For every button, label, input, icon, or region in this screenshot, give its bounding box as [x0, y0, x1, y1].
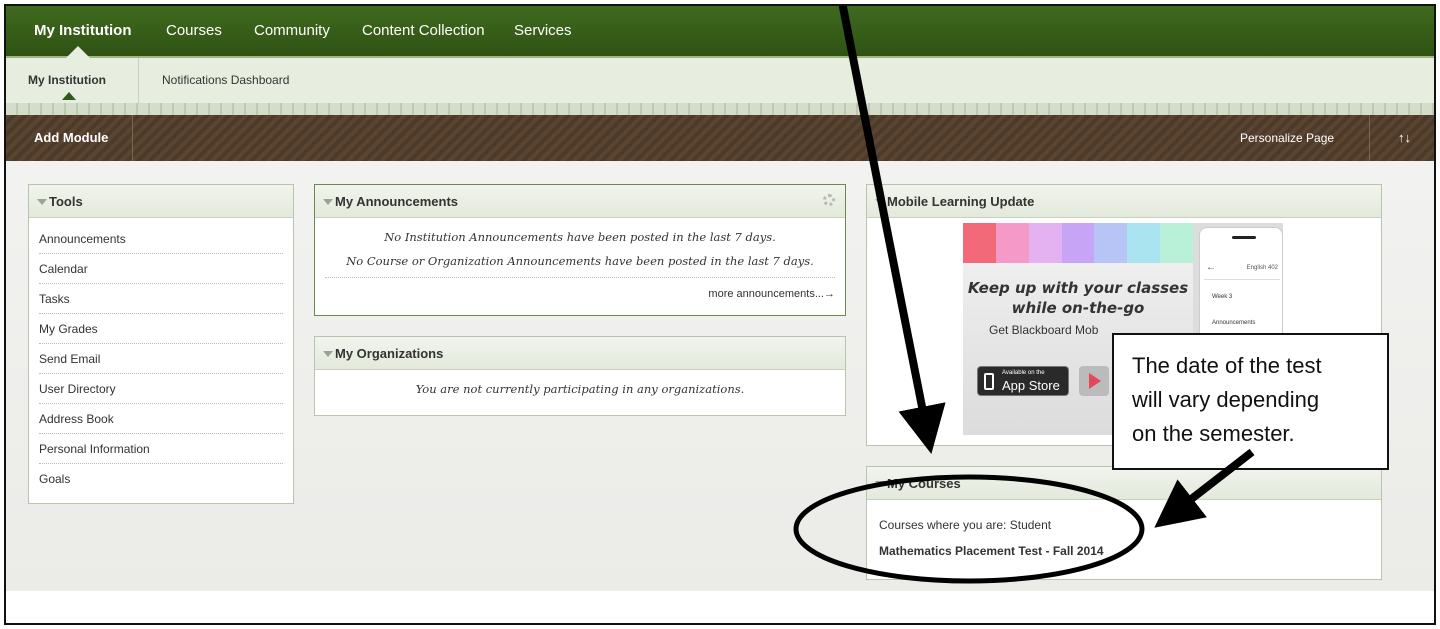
organizations-empty-text: You are not currently participating in a… [415, 382, 745, 396]
tool-link-calendar[interactable]: Calendar [39, 254, 283, 284]
tool-link-goals[interactable]: Goals [39, 464, 283, 494]
app-store-big-text: App Store [1002, 378, 1060, 393]
tools-module-title: Tools [49, 194, 83, 209]
courses-module-title: My Courses [887, 476, 961, 491]
toolbar-divider [132, 115, 133, 161]
active-subtab-caret [62, 92, 76, 100]
promo-subline: Get Blackboard Mob [989, 323, 1099, 337]
phone-back-icon: ← [1206, 262, 1216, 273]
tool-link-send-email[interactable]: Send Email [39, 344, 283, 374]
courses-module: My Courses Courses where you are: Studen… [866, 466, 1382, 580]
mobile-learning-module-header[interactable]: Mobile Learning Update [867, 185, 1381, 218]
phone-course-name: English 402 [1246, 265, 1278, 271]
collapse-icon[interactable] [875, 199, 885, 205]
decorative-strip [6, 103, 1434, 115]
more-announcements-link[interactable]: more announcements...→ [708, 288, 835, 300]
tool-link-my-grades[interactable]: My Grades [39, 314, 283, 344]
reorder-icon[interactable]: ↑↓ [1398, 115, 1411, 161]
collapse-icon[interactable] [323, 199, 333, 205]
callout-line-2: will vary depending [1132, 387, 1320, 412]
promo-headline-line1: Keep up with your classes [967, 279, 1189, 297]
tool-link-personal-information[interactable]: Personal Information [39, 434, 283, 464]
screenshot-frame: My Institution Courses Community Content… [4, 4, 1436, 625]
announcements-module-title: My Announcements [335, 194, 459, 209]
color-bars [963, 223, 1194, 263]
announcements-module: My Announcements No Institution Announce… [314, 184, 846, 316]
courses-module-header[interactable]: My Courses [867, 467, 1381, 500]
gear-icon[interactable] [823, 194, 835, 206]
tools-module-header[interactable]: Tools [29, 185, 293, 218]
course-link-math-placement[interactable]: Mathematics Placement Test - Fall 2014 [879, 544, 1104, 558]
promo-headline-line2: while on-the-go [1011, 299, 1145, 317]
phone-announcements-item: Announcements [1212, 320, 1256, 326]
tab-my-institution[interactable]: My Institution [34, 22, 132, 39]
page-toolbar: Add Module Personalize Page ↑↓ [6, 115, 1434, 161]
phone-week-item: Week 3 [1212, 294, 1233, 300]
organizations-module: My Organizations You are not currently p… [314, 336, 846, 416]
institution-announcements-text: No Institution Announcements have been p… [384, 230, 776, 244]
personalize-page-button[interactable]: Personalize Page [1240, 115, 1334, 161]
callout-line-1: The date of the test [1132, 353, 1322, 378]
tool-link-announcements[interactable]: Announcements [39, 224, 283, 254]
course-announcements-text: No Course or Organization Announcements … [346, 254, 814, 268]
announcements-module-header[interactable]: My Announcements [315, 185, 845, 218]
google-play-badge[interactable] [1079, 366, 1109, 396]
tools-module: Tools Announcements Calendar Tasks My Gr… [28, 184, 294, 504]
organizations-module-title: My Organizations [335, 346, 444, 361]
tab-courses[interactable]: Courses [166, 22, 222, 39]
mobile-learning-module-title: Mobile Learning Update [887, 194, 1035, 209]
courses-role-label: Courses where you are: Student [879, 518, 1052, 532]
tab-community[interactable]: Community [254, 22, 330, 39]
subnav-divider [138, 58, 139, 103]
collapse-icon[interactable] [37, 199, 47, 205]
subtab-notifications-dashboard[interactable]: Notifications Dashboard [162, 73, 289, 87]
active-tab-caret [66, 46, 90, 58]
sub-navigation: My Institution Notifications Dashboard [6, 58, 1434, 103]
tool-link-tasks[interactable]: Tasks [39, 284, 283, 314]
collapse-icon[interactable] [875, 481, 885, 487]
play-icon [1089, 373, 1101, 389]
subtab-my-institution[interactable]: My Institution [28, 73, 106, 87]
annotation-callout: The date of the test will vary depending… [1112, 333, 1389, 470]
callout-line-3: on the semester. [1132, 421, 1295, 446]
organizations-module-header[interactable]: My Organizations [315, 337, 845, 370]
app-store-badge[interactable]: Available on the App Store [977, 366, 1069, 396]
add-module-button[interactable]: Add Module [34, 115, 108, 161]
more-announcements-row: more announcements...→ [325, 277, 835, 300]
tools-list: Announcements Calendar Tasks My Grades S… [29, 218, 293, 494]
phone-speaker [1232, 236, 1256, 239]
toolbar-divider [1369, 115, 1370, 161]
top-navigation: My Institution Courses Community Content… [6, 6, 1434, 58]
tool-link-user-directory[interactable]: User Directory [39, 374, 283, 404]
app-store-small-text: Available on the [1002, 370, 1045, 376]
tab-services[interactable]: Services [514, 22, 572, 39]
tool-link-address-book[interactable]: Address Book [39, 404, 283, 434]
tab-content-collection[interactable]: Content Collection [362, 22, 485, 39]
collapse-icon[interactable] [323, 351, 333, 357]
phone-icon [984, 373, 994, 390]
